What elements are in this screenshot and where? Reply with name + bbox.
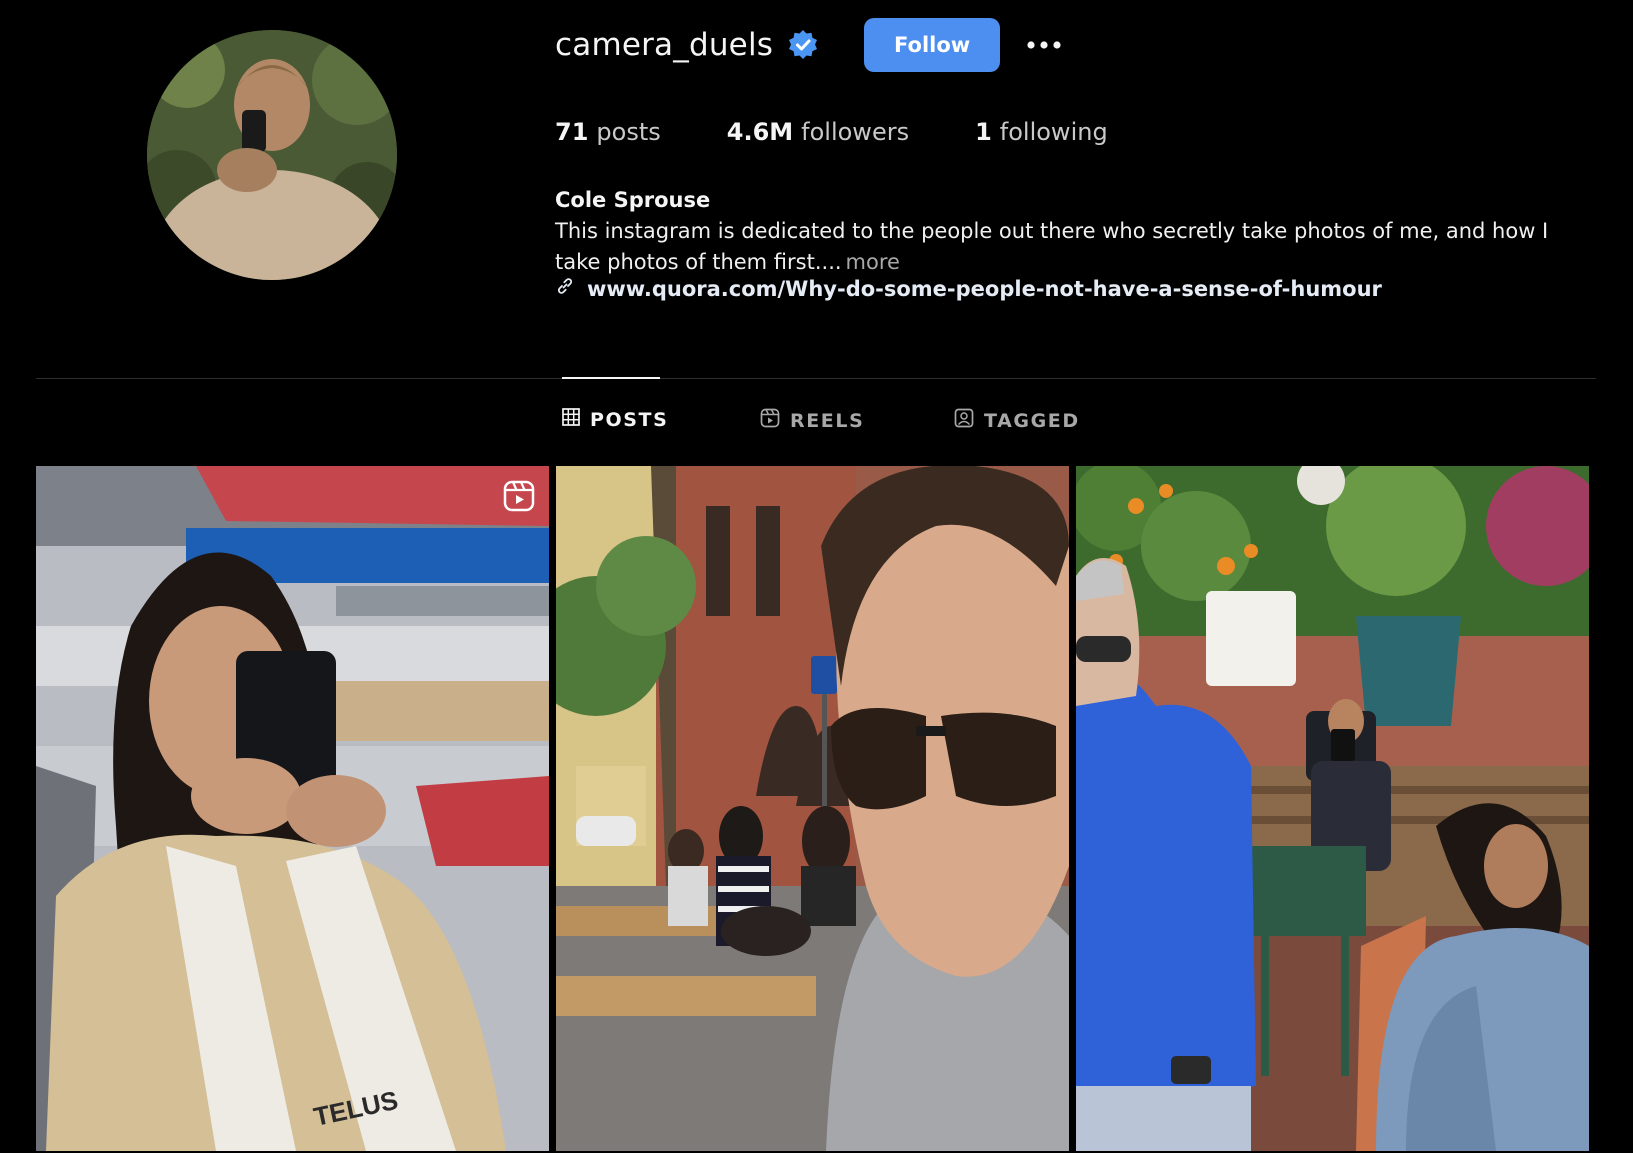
following-label[interactable]: following <box>1000 118 1108 146</box>
active-tab-indicator <box>562 377 660 379</box>
bio-link-row[interactable]: www.quora.com/Why-do-some-people-not-hav… <box>555 276 1382 301</box>
profile-header-row: camera_duels Follow <box>555 16 1066 74</box>
reel-badge-icon <box>503 480 535 512</box>
profile-stats: 71 posts 4.6M followers 1 following <box>555 118 1108 146</box>
tab-tagged-label[interactable]: TAGGED <box>984 410 1080 432</box>
bio-more-link[interactable]: more <box>846 250 900 274</box>
post-image-patio <box>1076 466 1589 1151</box>
following-stat[interactable]: 1 following <box>975 118 1108 146</box>
followers-stat[interactable]: 4.6M followers <box>727 118 909 146</box>
tab-posts-label[interactable]: POSTS <box>590 409 668 431</box>
grid-icon <box>562 408 580 431</box>
profile-avatar[interactable] <box>147 30 397 280</box>
more-options-icon[interactable] <box>1022 25 1066 65</box>
post-image-stadium: TELUS <box>36 466 549 1151</box>
tabs-divider <box>36 378 1596 379</box>
link-icon <box>555 276 575 301</box>
tagged-icon <box>954 408 974 433</box>
avatar-image <box>147 30 397 280</box>
followers-label[interactable]: followers <box>801 118 909 146</box>
bio-text: This instagram is dedicated to the peopl… <box>555 219 1549 274</box>
posts-count: 71 <box>555 118 589 146</box>
posts-count-stat: 71 posts <box>555 118 661 146</box>
profile-tabs: POSTS REELS TAGGED <box>0 408 1633 438</box>
posts-grid: TELUS <box>36 466 1589 1151</box>
post-tile[interactable] <box>1076 466 1589 1151</box>
followers-count[interactable]: 4.6M <box>727 118 793 146</box>
post-tile[interactable]: TELUS <box>36 466 549 1151</box>
tab-reels-label[interactable]: REELS <box>790 410 864 432</box>
tab-posts[interactable]: POSTS <box>562 408 668 431</box>
username: camera_duels <box>555 27 774 63</box>
bio-text-block: This instagram is dedicated to the peopl… <box>555 216 1595 278</box>
tab-tagged[interactable]: TAGGED <box>954 408 1080 433</box>
bio-link[interactable]: www.quora.com/Why-do-some-people-not-hav… <box>587 277 1382 301</box>
follow-button[interactable]: Follow <box>864 18 1001 72</box>
following-count[interactable]: 1 <box>975 118 992 146</box>
full-name: Cole Sprouse <box>555 188 711 212</box>
post-image-street <box>556 466 1069 1151</box>
post-tile[interactable] <box>556 466 1069 1151</box>
verified-badge-icon <box>787 29 819 61</box>
reels-icon <box>760 408 780 433</box>
posts-label: posts <box>596 118 661 146</box>
tab-reels[interactable]: REELS <box>760 408 864 433</box>
